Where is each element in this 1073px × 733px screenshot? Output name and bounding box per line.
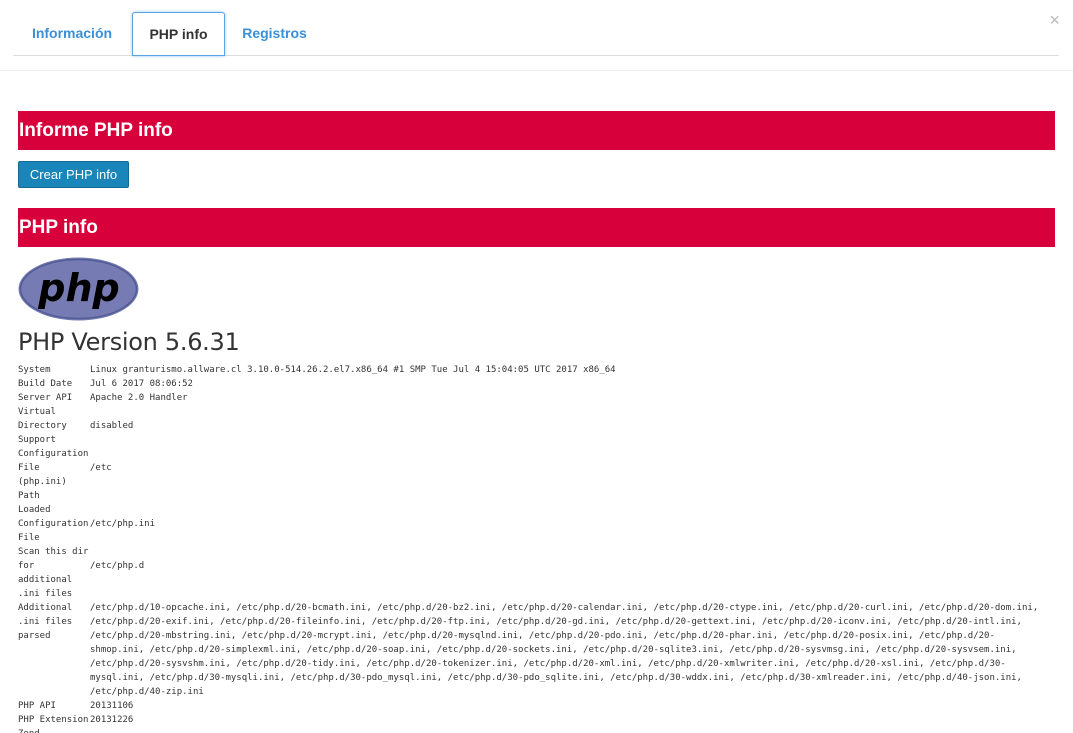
php-logo: php bbox=[18, 257, 139, 321]
info-value-line: shmop.ini, /etc/php.d/20-simplexml.ini, … bbox=[90, 645, 1017, 655]
info-row: System Linux granturismo.allware.cl 3.10.… bbox=[18, 363, 1073, 377]
tab-informacion[interactable]: Información bbox=[13, 12, 131, 54]
info-label-line: Configuration bbox=[18, 519, 89, 529]
close-icon[interactable]: × bbox=[1049, 10, 1060, 30]
info-label: Build Date bbox=[18, 377, 90, 391]
info-value-line: /etc/php.d/10-opcache.ini, /etc/php.d/20… bbox=[90, 603, 1039, 613]
info-label-line: Support bbox=[18, 435, 56, 445]
header-divider bbox=[0, 70, 1073, 71]
info-row: Zend bbox=[18, 727, 1073, 733]
info-label: Loaded Configuration File bbox=[18, 503, 90, 545]
php-version-title: PHP Version 5.6.31 bbox=[18, 328, 240, 356]
section-header-informe: Informe PHP info bbox=[18, 111, 1055, 150]
info-value: Linux granturismo.allware.cl 3.10.0-514.… bbox=[90, 363, 1073, 377]
info-value-line: /etc bbox=[90, 463, 112, 473]
info-row: Additional .ini files parsed/etc/php.d/10-… bbox=[18, 601, 1073, 699]
info-label-line: .ini files bbox=[18, 617, 73, 627]
info-value: Apache 2.0 Handler bbox=[90, 391, 1073, 405]
info-label-line: Server API bbox=[18, 393, 73, 403]
info-value-line: /etc/php.d/20-sysvshm.ini, /etc/php.d/20… bbox=[90, 659, 1006, 669]
info-value-line: mysql.ini, /etc/php.d/30-mysqli.ini, /et… bbox=[90, 673, 1022, 683]
info-value-line: /etc/php.d/40-zip.ini bbox=[90, 687, 204, 697]
info-value: 20131226 bbox=[90, 713, 1073, 727]
info-label: Zend bbox=[18, 727, 90, 733]
info-value-line: Jul 6 2017 08:06:52 bbox=[90, 379, 193, 389]
info-label-line: Loaded bbox=[18, 505, 51, 515]
info-row: Scan this dir for additional .ini files/etc… bbox=[18, 545, 1073, 601]
info-label: Scan this dir for additional .ini files bbox=[18, 545, 90, 601]
info-label-line: (php.ini) bbox=[18, 477, 67, 487]
info-label-line: File bbox=[18, 533, 40, 543]
info-row: Server API Apache 2.0 Handler bbox=[18, 391, 1073, 405]
info-row: Configuration File (php.ini) Path/etc bbox=[18, 447, 1073, 503]
info-label: Configuration File (php.ini) Path bbox=[18, 447, 90, 503]
info-label: Virtual Directory Support bbox=[18, 405, 90, 447]
info-label-line: Path bbox=[18, 491, 40, 501]
info-value-line: disabled bbox=[90, 421, 134, 431]
info-label-line: PHP Extension bbox=[18, 715, 89, 725]
tab-php-info[interactable]: PHP info bbox=[132, 12, 225, 56]
info-label-line: Configuration bbox=[18, 449, 89, 459]
info-label-line: additional bbox=[18, 575, 73, 585]
info-row: PHP Extension 20131226 bbox=[18, 713, 1073, 727]
info-label-line: Directory bbox=[18, 421, 67, 431]
info-value-line: /etc/php.ini bbox=[90, 519, 156, 529]
info-value-line: /etc/php.d bbox=[90, 561, 145, 571]
info-label-line: File bbox=[18, 463, 40, 473]
info-label-line: for bbox=[18, 561, 35, 571]
info-value-line: Apache 2.0 Handler bbox=[90, 393, 188, 403]
info-value: disabled bbox=[90, 419, 1073, 433]
info-value-line: 20131226 bbox=[90, 715, 134, 725]
info-label-line: System bbox=[18, 365, 51, 375]
tab-registros[interactable]: Registros bbox=[229, 12, 320, 54]
section-header-php-info: PHP info bbox=[18, 208, 1055, 247]
info-value: /etc bbox=[90, 461, 1073, 475]
info-value-line: 20131106 bbox=[90, 701, 134, 711]
info-value: /etc/php.ini bbox=[90, 517, 1073, 531]
info-row: PHP API 20131106 bbox=[18, 699, 1073, 713]
info-label: Additional .ini files parsed bbox=[18, 601, 90, 643]
info-row: Loaded Configuration File/etc/php.ini bbox=[18, 503, 1073, 545]
info-label-line: Scan this dir bbox=[18, 547, 89, 557]
info-value-line: Linux granturismo.allware.cl 3.10.0-514.… bbox=[90, 365, 616, 375]
info-value-line bbox=[90, 727, 1073, 733]
info-label-line: .ini files bbox=[18, 589, 73, 599]
php-logo-text: php bbox=[37, 266, 119, 310]
info-label: PHP Extension bbox=[18, 713, 90, 727]
info-label-line: Build Date bbox=[18, 379, 73, 389]
info-label: System bbox=[18, 363, 90, 377]
php-info-dialog: Información PHP info Registros × Informe… bbox=[0, 0, 1073, 733]
info-label: PHP API bbox=[18, 699, 90, 713]
info-label-line: Zend bbox=[18, 727, 90, 733]
info-value: /etc/php.d bbox=[90, 559, 1073, 573]
info-row: Build Date Jul 6 2017 08:06:52 bbox=[18, 377, 1073, 391]
info-value: /etc/php.d/10-opcache.ini, /etc/php.d/20… bbox=[90, 601, 1073, 699]
info-label-line: Additional bbox=[18, 603, 73, 613]
info-value-line: /etc/php.d/20-exif.ini, /etc/php.d/20-fi… bbox=[90, 617, 1022, 627]
info-value bbox=[90, 727, 1073, 733]
info-label-line: Virtual bbox=[18, 407, 56, 417]
create-php-info-button[interactable]: Crear PHP info bbox=[18, 161, 129, 188]
info-label-line: PHP API bbox=[18, 701, 56, 711]
tab-bar: Información PHP info Registros bbox=[13, 12, 1059, 56]
info-row: Virtual Directory Support disabled bbox=[18, 405, 1073, 447]
info-label-line: parsed bbox=[18, 631, 51, 641]
info-label: Server API bbox=[18, 391, 90, 405]
info-value: Jul 6 2017 08:06:52 bbox=[90, 377, 1073, 391]
info-value-line: /etc/php.d/20-mbstring.ini, /etc/php.d/2… bbox=[90, 631, 995, 641]
info-value: 20131106 bbox=[90, 699, 1073, 713]
